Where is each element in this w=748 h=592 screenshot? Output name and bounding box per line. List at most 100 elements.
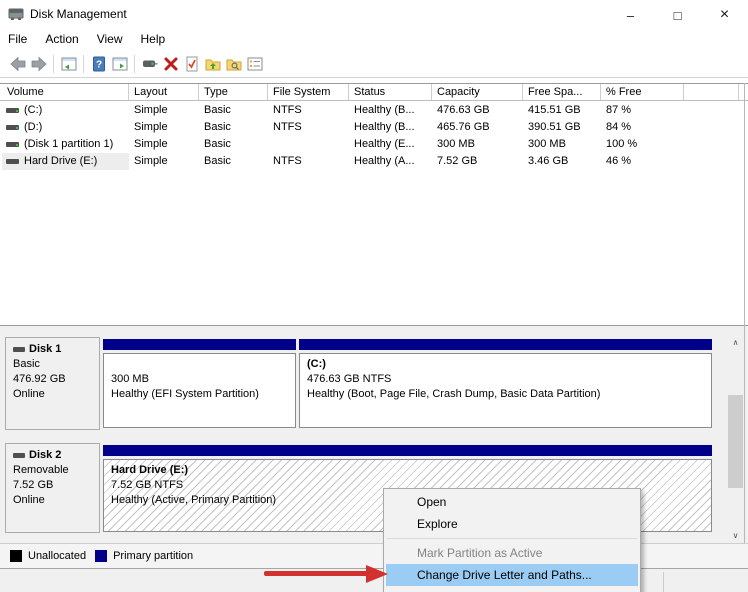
menu-file[interactable]: File (8, 28, 36, 50)
cell-fs: NTFS (273, 104, 302, 116)
legend-primary-partition: Primary partition (95, 550, 193, 562)
cell-volume: (Disk 1 partition 1) (24, 138, 114, 150)
cell-layout: Simple (134, 155, 168, 167)
disk2-label-box[interactable]: Disk 2 Removable 7.52 GB Online (5, 443, 100, 533)
cell-status: Healthy (B... (354, 104, 415, 116)
column-header-volume[interactable]: Volume (2, 84, 129, 100)
menu-item-open[interactable]: Open (386, 491, 638, 513)
partition-title (111, 357, 288, 372)
volume-icon (6, 159, 19, 164)
column-header-file-system[interactable]: File System (268, 84, 349, 100)
cell-status: Healthy (A... (354, 155, 415, 167)
column-header-type[interactable]: Type (199, 84, 268, 100)
close-button[interactable]: × (701, 0, 748, 30)
disk2-kind: Removable (13, 464, 69, 476)
delete-volume-icon[interactable] (160, 53, 181, 74)
back-icon[interactable] (7, 53, 28, 74)
minimize-button[interactable]: – (607, 0, 654, 30)
legend-unallocated: Unallocated (10, 550, 86, 562)
partition-c[interactable]: (C:) 476.63 GB NTFS Healthy (Boot, Page … (299, 339, 712, 428)
cell-status: Healthy (B... (354, 121, 415, 133)
menu-item-mark-partition-active: Mark Partition as Active (417, 546, 543, 560)
cell-type: Basic (204, 138, 231, 150)
column-header-status[interactable]: Status (349, 84, 432, 100)
svg-text:?: ? (95, 59, 101, 70)
annotation-arrow-head (366, 565, 388, 583)
menu-bar: File Action View Help (0, 28, 748, 50)
cell-type: Basic (204, 104, 231, 116)
cell-capacity: 465.76 GB (437, 121, 490, 133)
partition-status: Healthy (Boot, Page File, Crash Dump, Ba… (307, 388, 601, 400)
cell-type: Basic (204, 121, 231, 133)
properties-icon[interactable] (244, 53, 265, 74)
disk-management-window: Disk Management – □ × File Action View H… (0, 0, 748, 592)
cell-status: Healthy (E... (354, 138, 415, 150)
title-bar: Disk Management – □ × (0, 0, 748, 28)
volume-row-c[interactable]: (C:) Simple Basic NTFS Healthy (B... 476… (0, 102, 748, 119)
menu-help[interactable]: Help (132, 28, 175, 50)
volume-row-d[interactable]: (D:) Simple Basic NTFS Healthy (B... 465… (0, 119, 748, 136)
remote-computer-icon[interactable] (139, 53, 160, 74)
cell-type: Basic (204, 155, 231, 167)
disk2-status: Online (13, 494, 45, 506)
partition-title: Hard Drive (E:) (111, 464, 189, 476)
toolbar-separator (53, 54, 54, 73)
console-tree-icon[interactable] (58, 53, 79, 74)
mark-active-icon[interactable] (181, 53, 202, 74)
forward-icon[interactable] (28, 53, 49, 74)
window-title: Disk Management (30, 7, 127, 21)
unallocated-swatch (10, 550, 22, 562)
column-header-pct-free[interactable]: % Free (601, 84, 684, 100)
maximize-button[interactable]: □ (654, 0, 701, 30)
partition-status: Healthy (EFI System Partition) (111, 388, 259, 400)
disk2-name: Disk 2 (29, 449, 62, 461)
column-header-free-space[interactable]: Free Spa... (523, 84, 601, 100)
partition-efi[interactable]: 300 MB Healthy (EFI System Partition) (103, 339, 296, 428)
column-header-layout[interactable]: Layout (129, 84, 199, 100)
app-disk-icon (8, 8, 24, 20)
toolbar-separator (134, 54, 135, 73)
disk1-status: Online (13, 388, 45, 400)
volume-row-disk1-partition1[interactable]: (Disk 1 partition 1) Simple Basic Health… (0, 136, 748, 153)
cell-pct-free: 46 % (606, 155, 632, 167)
menu-item-change-drive-letter[interactable]: Change Drive Letter and Paths... (386, 564, 638, 586)
menu-action[interactable]: Action (36, 28, 87, 50)
legend-label: Primary partition (113, 550, 194, 562)
partition-title: (C:) (307, 358, 326, 370)
menu-item-format-partial[interactable]: Format... (386, 586, 638, 592)
column-header-filler (684, 84, 739, 100)
volume-row-e-selected[interactable]: Hard Drive (E:) Simple Basic NTFS Health… (0, 153, 748, 170)
scroll-up-icon[interactable]: ∧ (727, 335, 744, 350)
cell-fs: NTFS (273, 121, 302, 133)
menu-item-explore[interactable]: Explore (386, 513, 638, 535)
cell-volume: (D:) (24, 121, 43, 133)
explore-folder-icon[interactable] (223, 53, 244, 74)
action-pane-icon[interactable] (109, 53, 130, 74)
open-folder-icon[interactable] (202, 53, 223, 74)
column-header-capacity[interactable]: Capacity (432, 84, 523, 100)
cell-free: 415.51 GB (528, 104, 581, 116)
disk1-name: Disk 1 (29, 343, 62, 355)
cell-volume: Hard Drive (E:) (24, 155, 98, 167)
cell-fs: NTFS (273, 155, 302, 167)
volume-icon (6, 108, 19, 113)
cell-capacity: 300 MB (437, 138, 475, 150)
background-divider (663, 572, 664, 592)
cell-layout: Simple (134, 104, 168, 116)
vertical-scrollbar[interactable]: ∧ ∨ (727, 335, 744, 543)
scrollbar-thumb[interactable] (728, 395, 743, 488)
primary-partition-swatch (95, 550, 108, 562)
disk1-label-box[interactable]: Disk 1 Basic 476.92 GB Online (5, 337, 100, 430)
cell-free: 300 MB (528, 138, 566, 150)
scroll-down-icon[interactable]: ∨ (727, 528, 744, 543)
cell-capacity: 7.52 GB (437, 155, 478, 167)
disk1-size: 476.92 GB (13, 373, 66, 385)
window-controls: – □ × (607, 0, 748, 30)
cell-free: 3.46 GB (528, 155, 569, 167)
menu-view[interactable]: View (88, 28, 132, 50)
menu-separator (387, 538, 637, 539)
toolbar-separator (83, 54, 84, 73)
partition-details: 300 MB (111, 373, 149, 385)
cell-volume: (C:) (24, 104, 43, 116)
help-icon[interactable]: ? (88, 53, 109, 74)
